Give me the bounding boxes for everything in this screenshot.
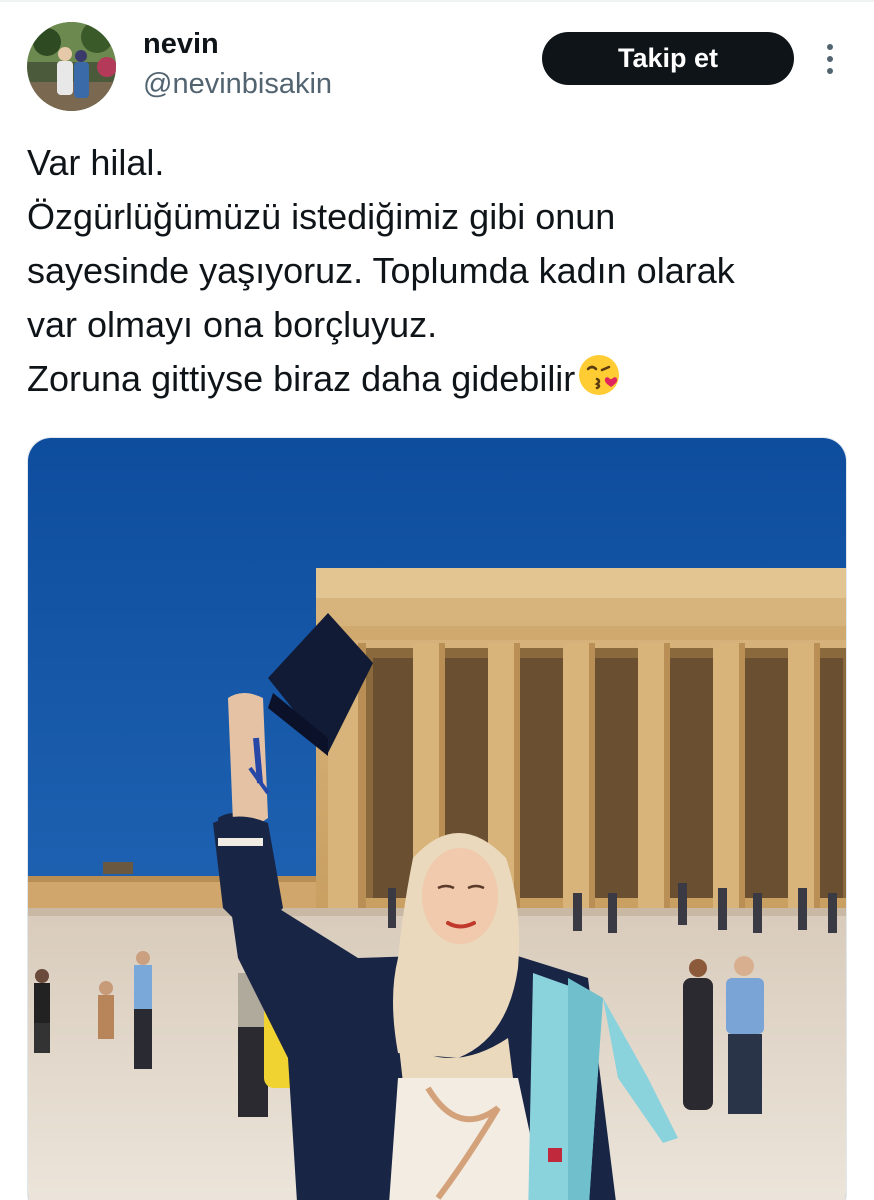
- tweet-line: sayesinde yaşıyoruz. Toplumda kadın olar…: [27, 250, 735, 291]
- more-vertical-icon[interactable]: [818, 42, 842, 76]
- tweet-text: Var hilal. Özgürlüğümüzü istediğimiz gib…: [27, 136, 857, 406]
- more-dot: [827, 68, 833, 74]
- tweet-line: Var hilal.: [27, 142, 165, 183]
- tweet-line: Zoruna gittiyse biraz daha gidebilir: [27, 358, 576, 399]
- tweet-line: var olmayı ona borçluyuz.: [27, 304, 438, 345]
- tweet-line: Özgürlüğümüzü istediğimiz gibi onun: [27, 196, 616, 237]
- more-dot: [827, 44, 833, 50]
- avatar[interactable]: [27, 22, 116, 111]
- kiss-emoji-icon: [577, 353, 621, 397]
- user-handle[interactable]: @nevinbisakin: [143, 66, 332, 102]
- follow-button[interactable]: Takip et: [542, 32, 794, 85]
- more-dot: [827, 56, 833, 62]
- tweet-photo[interactable]: [27, 437, 847, 1200]
- display-name[interactable]: nevin: [143, 26, 219, 62]
- tweet-line-last: Zoruna gittiyse biraz daha gidebilir: [27, 352, 857, 406]
- top-divider: [0, 0, 874, 2]
